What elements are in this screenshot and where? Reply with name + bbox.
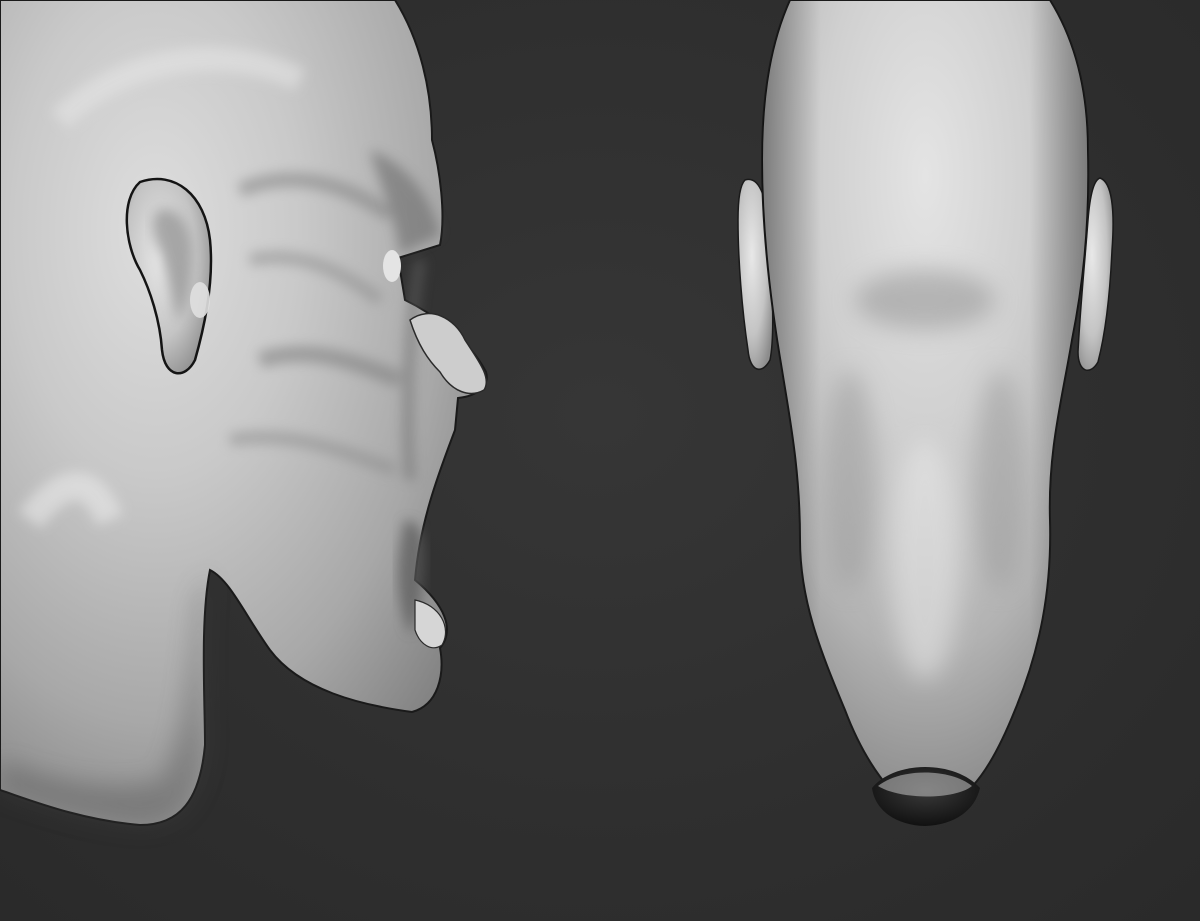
viewport-canvas[interactable] <box>0 0 1200 921</box>
eye-highlight <box>383 250 401 282</box>
sculpt-head-profile[interactable] <box>0 0 488 827</box>
head-back-edge-shade <box>762 0 1089 800</box>
sculpt-viewport[interactable] <box>0 0 1200 921</box>
sculpt-head-back[interactable] <box>737 0 1114 826</box>
